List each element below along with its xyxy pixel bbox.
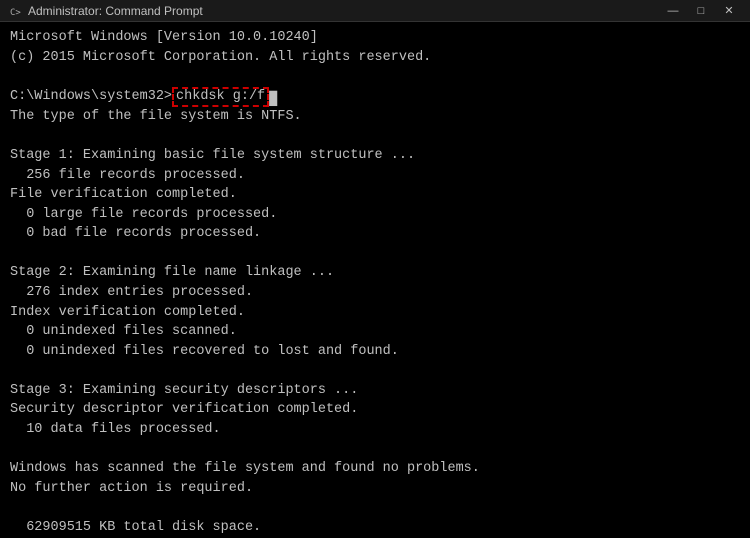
line-23: No further action is required. [10,479,740,499]
line-20: 10 data files processed. [10,420,740,440]
cursor-icon: █ [269,90,277,104]
line-4: The type of the file system is NTFS. [10,107,740,127]
line-13: 276 index entries processed. [10,283,740,303]
maximize-button[interactable]: □ [688,2,714,20]
minimize-button[interactable]: — [660,2,686,20]
command-line: C:\Windows\system32> chkdsk g:/f █ [10,87,740,107]
title-bar-left: C> Administrator: Command Prompt [8,4,203,18]
window-title: Administrator: Command Prompt [28,4,203,18]
prompt: C:\Windows\system32> [10,87,172,107]
line-6: Stage 1: Examining basic file system str… [10,146,740,166]
line-24 [10,498,740,518]
line-18: Stage 3: Examining security descriptors … [10,381,740,401]
close-button[interactable]: ✕ [716,2,742,20]
line-14: Index verification completed. [10,303,740,323]
line-8: File verification completed. [10,185,740,205]
cmd-icon: C> [8,4,22,18]
line-10: 0 bad file records processed. [10,224,740,244]
line-5 [10,126,740,146]
line-16: 0 unindexed files recovered to lost and … [10,342,740,362]
command-text: chkdsk g:/f [176,89,265,104]
line-25: 62909515 KB total disk space. [10,518,740,538]
terminal-body: Microsoft Windows [Version 10.0.10240] (… [0,22,750,538]
svg-text:C>: C> [10,8,21,18]
line-9: 0 large file records processed. [10,205,740,225]
title-bar-controls: — □ ✕ [660,2,742,20]
line-21 [10,439,740,459]
line-2: (c) 2015 Microsoft Corporation. All righ… [10,48,740,68]
line-11 [10,244,740,264]
line-22: Windows has scanned the file system and … [10,459,740,479]
line-7: 256 file records processed. [10,166,740,186]
title-bar: C> Administrator: Command Prompt — □ ✕ [0,0,750,22]
line-17 [10,361,740,381]
line-3 [10,67,740,87]
command-highlight: chkdsk g:/f [172,87,269,107]
line-15: 0 unindexed files scanned. [10,322,740,342]
line-19: Security descriptor verification complet… [10,400,740,420]
line-12: Stage 2: Examining file name linkage ... [10,263,740,283]
line-1: Microsoft Windows [Version 10.0.10240] [10,28,740,48]
